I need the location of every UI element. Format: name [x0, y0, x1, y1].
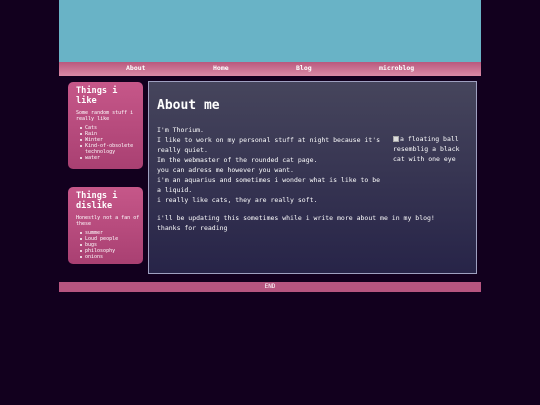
- nav-link-blog[interactable]: Blog: [296, 64, 312, 72]
- list-item: Kind-of-obsolete technology: [80, 143, 143, 155]
- footer: END: [59, 282, 481, 292]
- dislikes-box: Things i dislike Honestly not a fan of t…: [68, 187, 143, 264]
- outro-line: thanks for reading: [157, 224, 228, 232]
- outro-line: i'll be updating this sometimes while i …: [157, 214, 435, 222]
- likes-box: Things i like Some random stuff i really…: [68, 82, 143, 169]
- likes-list: Cats Rain Winter Kind-of-obsolete techno…: [76, 125, 143, 161]
- about-line: i really like cats, they are really soft…: [157, 196, 318, 204]
- list-item: onions: [80, 254, 143, 260]
- dislikes-list: summer Loud people bugs philosophy onion…: [76, 230, 143, 260]
- about-line: Im the webmaster of the rounded cat page…: [157, 156, 318, 164]
- nav-link-about[interactable]: About: [126, 64, 146, 72]
- nav-link-microblog[interactable]: microblog: [379, 64, 414, 72]
- about-section: I'm Thorium. I like to work on my person…: [157, 125, 468, 205]
- image-alt-text: a floating ball resemblig a black cat wi…: [393, 135, 460, 163]
- dislikes-intro: Honestly not a fan of these: [76, 215, 140, 227]
- about-text: I'm Thorium. I like to work on my person…: [157, 125, 385, 205]
- about-line: I'm Thorium.: [157, 126, 204, 134]
- content-area: Things i like Some random stuff i really…: [59, 76, 481, 282]
- outro-section: i'll be updating this sometimes while i …: [157, 213, 468, 233]
- nav-link-home[interactable]: Home: [213, 64, 229, 72]
- nav-bar: About Home Blog microblog: [59, 62, 481, 76]
- about-line: i'm an aquarius and sometimes i wonder w…: [157, 176, 381, 194]
- broken-image-icon: [393, 136, 399, 142]
- profile-image: a floating ball resemblig a black cat wi…: [393, 134, 465, 164]
- about-line: you can adress me however you want.: [157, 166, 294, 174]
- site-container: About Home Blog microblog Things i like …: [59, 0, 481, 282]
- about-panel: About me I'm Thorium. I like to work on …: [148, 81, 477, 274]
- about-line: I like to work on my personal stuff at n…: [157, 136, 381, 154]
- page-title: About me: [157, 98, 220, 113]
- likes-title: Things i like: [76, 86, 118, 106]
- header-banner: [59, 0, 481, 62]
- list-item: water: [80, 155, 143, 161]
- dislikes-title: Things i dislike: [76, 191, 118, 211]
- likes-intro: Some random stuff i really like: [76, 110, 134, 122]
